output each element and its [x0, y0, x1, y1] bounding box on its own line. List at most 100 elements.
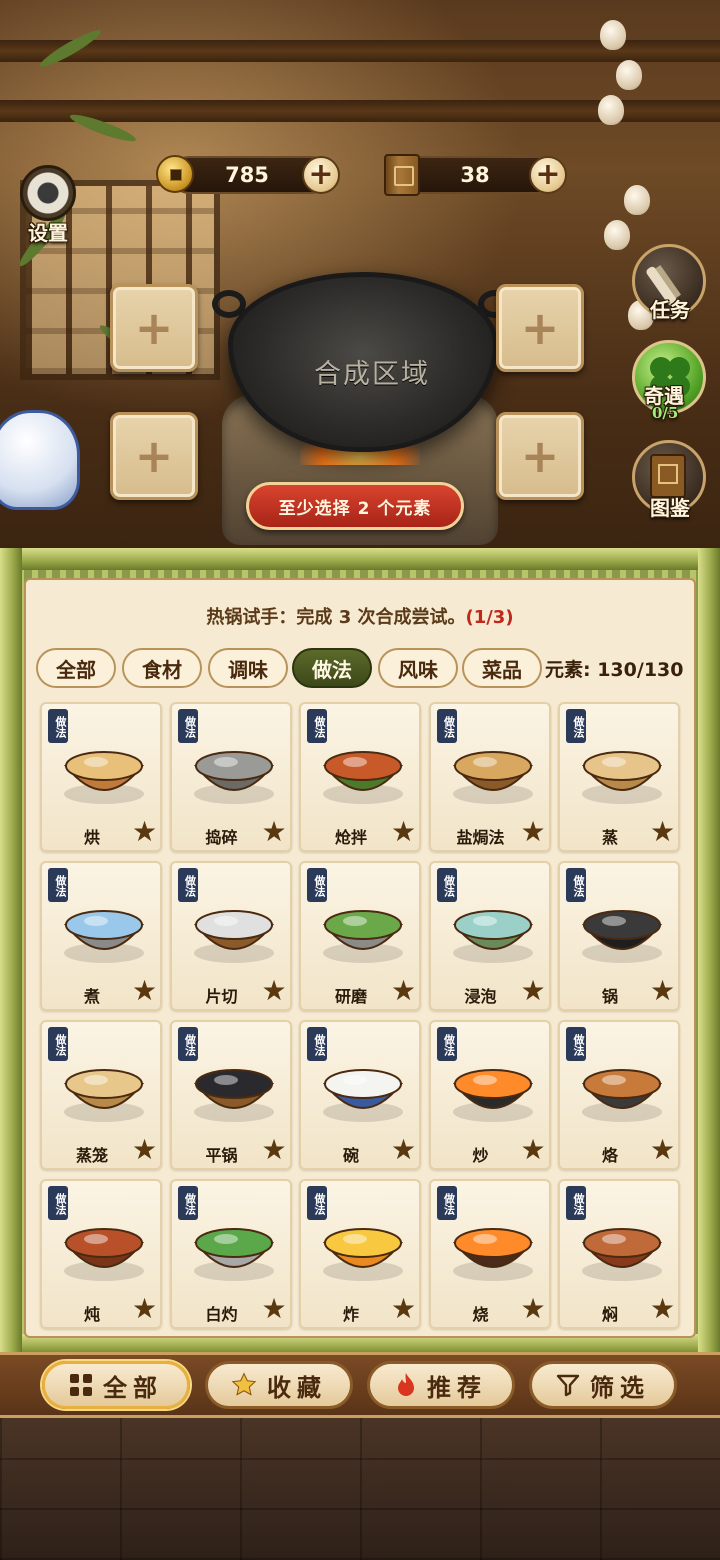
coin-icon: [156, 155, 194, 193]
tab-ingredients[interactable]: 食材: [122, 648, 202, 688]
favorite-star-icon[interactable]: ★: [391, 1136, 419, 1164]
settings-label: 设置: [28, 221, 68, 245]
tab-seasoning[interactable]: 调味: [208, 648, 288, 688]
add-coins-button[interactable]: +: [302, 156, 340, 194]
star-icon: [231, 1372, 257, 1396]
favorite-star-icon[interactable]: ★: [391, 818, 419, 846]
tab-methods[interactable]: 做法: [292, 648, 372, 688]
nav-recommend-button[interactable]: 推荐: [367, 1361, 515, 1409]
clay-pot-icon: [581, 1228, 663, 1281]
garlic-decoration: [598, 95, 624, 125]
favorite-star-icon[interactable]: ★: [132, 1295, 160, 1323]
nav-filter-button[interactable]: 筛选: [529, 1361, 677, 1409]
element-card[interactable]: 做法 片切 ★: [169, 861, 292, 1011]
favorite-star-icon[interactable]: ★: [650, 818, 678, 846]
favorite-star-icon[interactable]: ★: [650, 1136, 678, 1164]
favorite-star-icon[interactable]: ★: [521, 1136, 549, 1164]
element-card[interactable]: 做法炒 ★: [428, 1020, 551, 1170]
favorite-star-icon[interactable]: ★: [132, 1136, 160, 1164]
bowl-icon: [322, 1069, 404, 1122]
element-card[interactable]: 做法碗 ★: [299, 1020, 421, 1170]
element-name: 炒: [472, 1146, 489, 1165]
favorite-star-icon[interactable]: ★: [262, 977, 290, 1005]
element-card[interactable]: 做法炸 ★: [299, 1179, 421, 1329]
element-count: 元素: 130/130: [545, 659, 684, 681]
quest-banner: 热锅试手：完成 3 次合成尝试。(1/3): [24, 603, 696, 629]
element-name: 煮: [83, 987, 100, 1006]
ingredient-slot-2[interactable]: +: [110, 412, 198, 500]
deep-fry-icon: [322, 1228, 404, 1281]
bamboo-rail-left: [0, 548, 22, 1358]
favorite-star-icon[interactable]: ★: [132, 977, 160, 1005]
nav-all-label: 全部: [103, 1372, 163, 1402]
element-name: 盐焗法: [456, 828, 505, 847]
nav-all-button[interactable]: 全部: [42, 1361, 190, 1409]
favorite-star-icon[interactable]: ★: [650, 977, 678, 1005]
element-card[interactable]: 做法烧 ★: [428, 1179, 551, 1329]
favorite-star-icon[interactable]: ★: [521, 977, 549, 1005]
nav-recommend-label: 推荐: [427, 1372, 487, 1402]
encounter-progress: 0/5: [652, 404, 679, 422]
element-name: 碗: [342, 1146, 359, 1165]
coin-value: 785: [225, 163, 269, 187]
wok-icon: [581, 910, 663, 963]
frying-pan-icon: [193, 1069, 274, 1122]
element-card[interactable]: 做法烘 ★: [40, 702, 162, 852]
favorite-star-icon[interactable]: ★: [132, 818, 160, 846]
settings-button[interactable]: 设置: [16, 165, 80, 245]
boiling-pot-icon: [63, 910, 145, 963]
element-name: 蒸笼: [75, 1146, 108, 1165]
porcelain-vase: [0, 410, 80, 510]
tab-all[interactable]: 全部: [36, 648, 116, 688]
ingredient-slot-3[interactable]: +: [496, 284, 584, 372]
favorite-star-icon[interactable]: ★: [391, 1295, 419, 1323]
element-card[interactable]: 做法 研磨 ★: [299, 861, 421, 1011]
nav-favorites-button[interactable]: 收藏: [205, 1361, 353, 1409]
element-card[interactable]: 做法 平锅 ★: [169, 1020, 292, 1170]
element-card[interactable]: 做法 捣碎 ★: [169, 702, 292, 852]
element-card[interactable]: 做法锅 ★: [558, 861, 680, 1011]
element-card[interactable]: 做法炖 ★: [40, 1179, 162, 1329]
favorite-star-icon[interactable]: ★: [521, 1295, 549, 1323]
element-name: 炝拌: [334, 828, 367, 847]
blanching-pot-icon: [193, 1228, 274, 1281]
favorite-star-icon[interactable]: ★: [650, 1295, 678, 1323]
element-name: 平锅: [205, 1146, 238, 1165]
element-grid: 做法烘 ★ 做法 捣碎 ★ 做法 炝拌 ★ 做法 盐焗法 ★ 做法蒸 ★ 做法煮 ★ 做法 片切 ★ 做法 研磨 ★ 做法…: [40, 702, 682, 1336]
element-card[interactable]: 做法焖 ★: [558, 1179, 680, 1329]
favorite-star-icon[interactable]: ★: [521, 818, 549, 846]
element-card[interactable]: 做法蒸 ★: [558, 702, 680, 852]
add-books-button[interactable]: +: [529, 156, 567, 194]
element-card[interactable]: 做法 白灼 ★: [169, 1179, 292, 1329]
filter-icon: [556, 1374, 580, 1397]
element-card[interactable]: 做法 浸泡 ★: [428, 861, 551, 1011]
task-label: 任务: [650, 298, 690, 322]
oven-icon: [63, 751, 145, 804]
element-card[interactable]: 做法 盐焗法 ★: [428, 702, 551, 852]
favorite-star-icon[interactable]: ★: [391, 977, 419, 1005]
griddle-icon: [581, 1069, 663, 1122]
ingredient-slot-1[interactable]: +: [110, 284, 198, 372]
element-name: 白灼: [205, 1305, 238, 1324]
favorite-star-icon[interactable]: ★: [262, 818, 290, 846]
ingredient-slot-4[interactable]: +: [496, 412, 584, 500]
grinding-mortar-icon: [322, 910, 404, 963]
element-card[interactable]: 做法 炝拌 ★: [299, 702, 421, 852]
soaking-bowl-icon: [452, 910, 533, 963]
element-card[interactable]: 做法煮 ★: [40, 861, 162, 1011]
flame-icon: [398, 1373, 414, 1396]
steamer-icon: [581, 751, 663, 804]
synthesis-area-label: 合成区域: [314, 358, 430, 390]
bamboo-rail-right: [698, 548, 720, 1358]
knife-icon: [193, 910, 274, 963]
tab-flavors[interactable]: 风味: [378, 648, 458, 688]
favorite-star-icon[interactable]: ★: [262, 1136, 290, 1164]
garlic-decoration: [600, 20, 626, 50]
favorite-star-icon[interactable]: ★: [262, 1295, 290, 1323]
element-card[interactable]: 做法 蒸笼 ★: [40, 1020, 162, 1170]
stir-fry-icon: [452, 1069, 533, 1122]
tab-dishes[interactable]: 菜品: [462, 648, 542, 688]
element-card[interactable]: 做法烙 ★: [558, 1020, 680, 1170]
element-name: 焖: [601, 1305, 618, 1324]
garlic-decoration: [616, 60, 642, 90]
